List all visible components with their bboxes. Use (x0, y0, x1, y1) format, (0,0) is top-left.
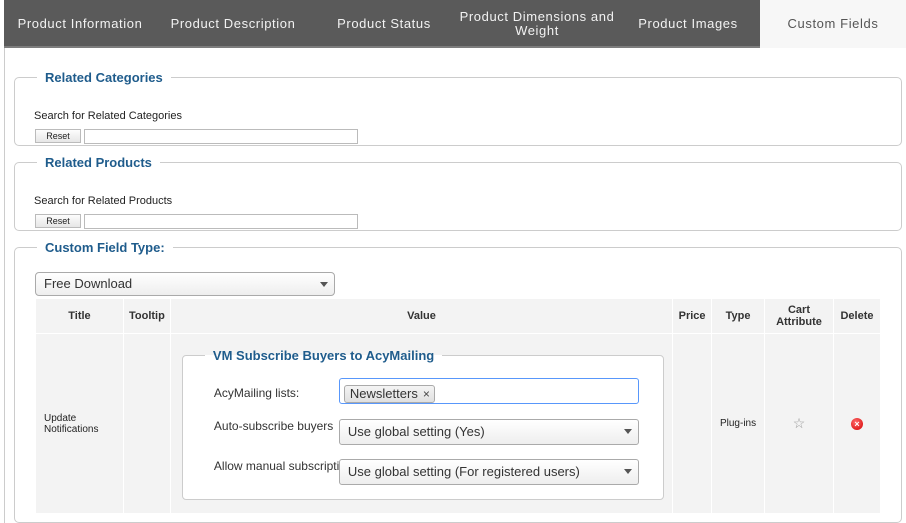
tab-bar: Product Information Product Description … (4, 0, 906, 48)
row-title: Update Notifications (35, 333, 124, 514)
chevron-down-icon (320, 282, 328, 287)
tab-product-information[interactable]: Product Information (4, 0, 156, 48)
custom-field-type-select[interactable]: Free Download (35, 272, 335, 296)
tab-custom-fields[interactable]: Custom Fields (760, 0, 906, 48)
acymailing-lists-input[interactable]: Newsletters × (338, 377, 639, 404)
acymailing-plugin-fieldset: VM Subscribe Buyers to AcyMailing AcyMai… (181, 347, 665, 500)
related-categories-section: Related Categories Search for Related Ca… (14, 70, 902, 146)
related-categories-reset-button[interactable]: Reset (35, 129, 81, 143)
auto-subscribe-label: Auto-subscribe buyers (213, 418, 334, 433)
chevron-down-icon (623, 468, 632, 474)
row-type: Plug-ins (711, 333, 766, 514)
row-delete: × (832, 333, 882, 514)
related-categories-search-input[interactable] (84, 129, 358, 144)
related-categories-legend: Related Categories (45, 70, 163, 85)
manual-subscription-label: Allow manual subscription (213, 458, 353, 473)
col-delete: Delete (832, 298, 882, 334)
col-tooltip: Tooltip (122, 298, 171, 334)
col-value: Value (169, 298, 674, 334)
related-products-reset-button[interactable]: Reset (35, 214, 81, 228)
tab-product-dimensions-weight[interactable]: Product Dimensions and Weight (458, 0, 616, 48)
col-type: Type (711, 298, 766, 334)
star-icon[interactable]: ☆ (793, 415, 806, 431)
custom-fields-panel: Related Categories Search for Related Ca… (4, 48, 906, 523)
row-price (672, 333, 713, 514)
col-title: Title (35, 298, 124, 334)
manual-subscription-select[interactable]: Use global setting (For registered users… (338, 458, 639, 485)
tab-product-status[interactable]: Product Status (310, 0, 458, 48)
list-chip-newsletters: Newsletters × (343, 384, 435, 403)
manual-subscription-value: Use global setting (For registered users… (347, 463, 580, 479)
row-tooltip (122, 333, 171, 514)
col-cart-attribute: Cart Attribute (764, 298, 834, 334)
row-cart-attribute: ☆ (764, 333, 834, 514)
auto-subscribe-select[interactable]: Use global setting (Yes) (338, 418, 639, 445)
col-price: Price (672, 298, 713, 334)
acymailing-lists-label: AcyMailing lists: (213, 385, 300, 400)
chevron-down-icon (623, 428, 632, 434)
custom-field-type-section: Custom Field Type: Free Download Title T… (14, 240, 902, 523)
table-header-row: Title Tooltip Value Price Type Cart Attr… (35, 298, 882, 334)
delete-icon[interactable]: × (850, 417, 863, 430)
row-value: VM Subscribe Buyers to AcyMailing AcyMai… (169, 333, 674, 514)
table-row: Update Notifications VM Subscribe Buyers… (35, 333, 882, 514)
chip-label: Newsletters (349, 385, 418, 401)
acymailing-plugin-legend: VM Subscribe Buyers to AcyMailing (212, 347, 435, 363)
custom-fields-table: Title Tooltip Value Price Type Cart Attr… (35, 298, 882, 514)
auto-subscribe-value: Use global setting (Yes) (347, 423, 485, 439)
related-products-search-label: Search for Related Products (34, 195, 173, 207)
tab-product-description[interactable]: Product Description (156, 0, 310, 48)
related-products-legend: Related Products (45, 155, 152, 170)
related-products-search-input[interactable] (84, 214, 358, 229)
related-categories-search-label: Search for Related Categories (34, 110, 182, 122)
remove-chip-icon[interactable]: × (423, 387, 430, 401)
custom-field-type-legend: Custom Field Type: (45, 240, 165, 255)
tab-product-images[interactable]: Product Images (616, 0, 760, 48)
custom-field-type-selected: Free Download (44, 276, 133, 291)
related-products-section: Related Products Search for Related Prod… (14, 155, 902, 231)
